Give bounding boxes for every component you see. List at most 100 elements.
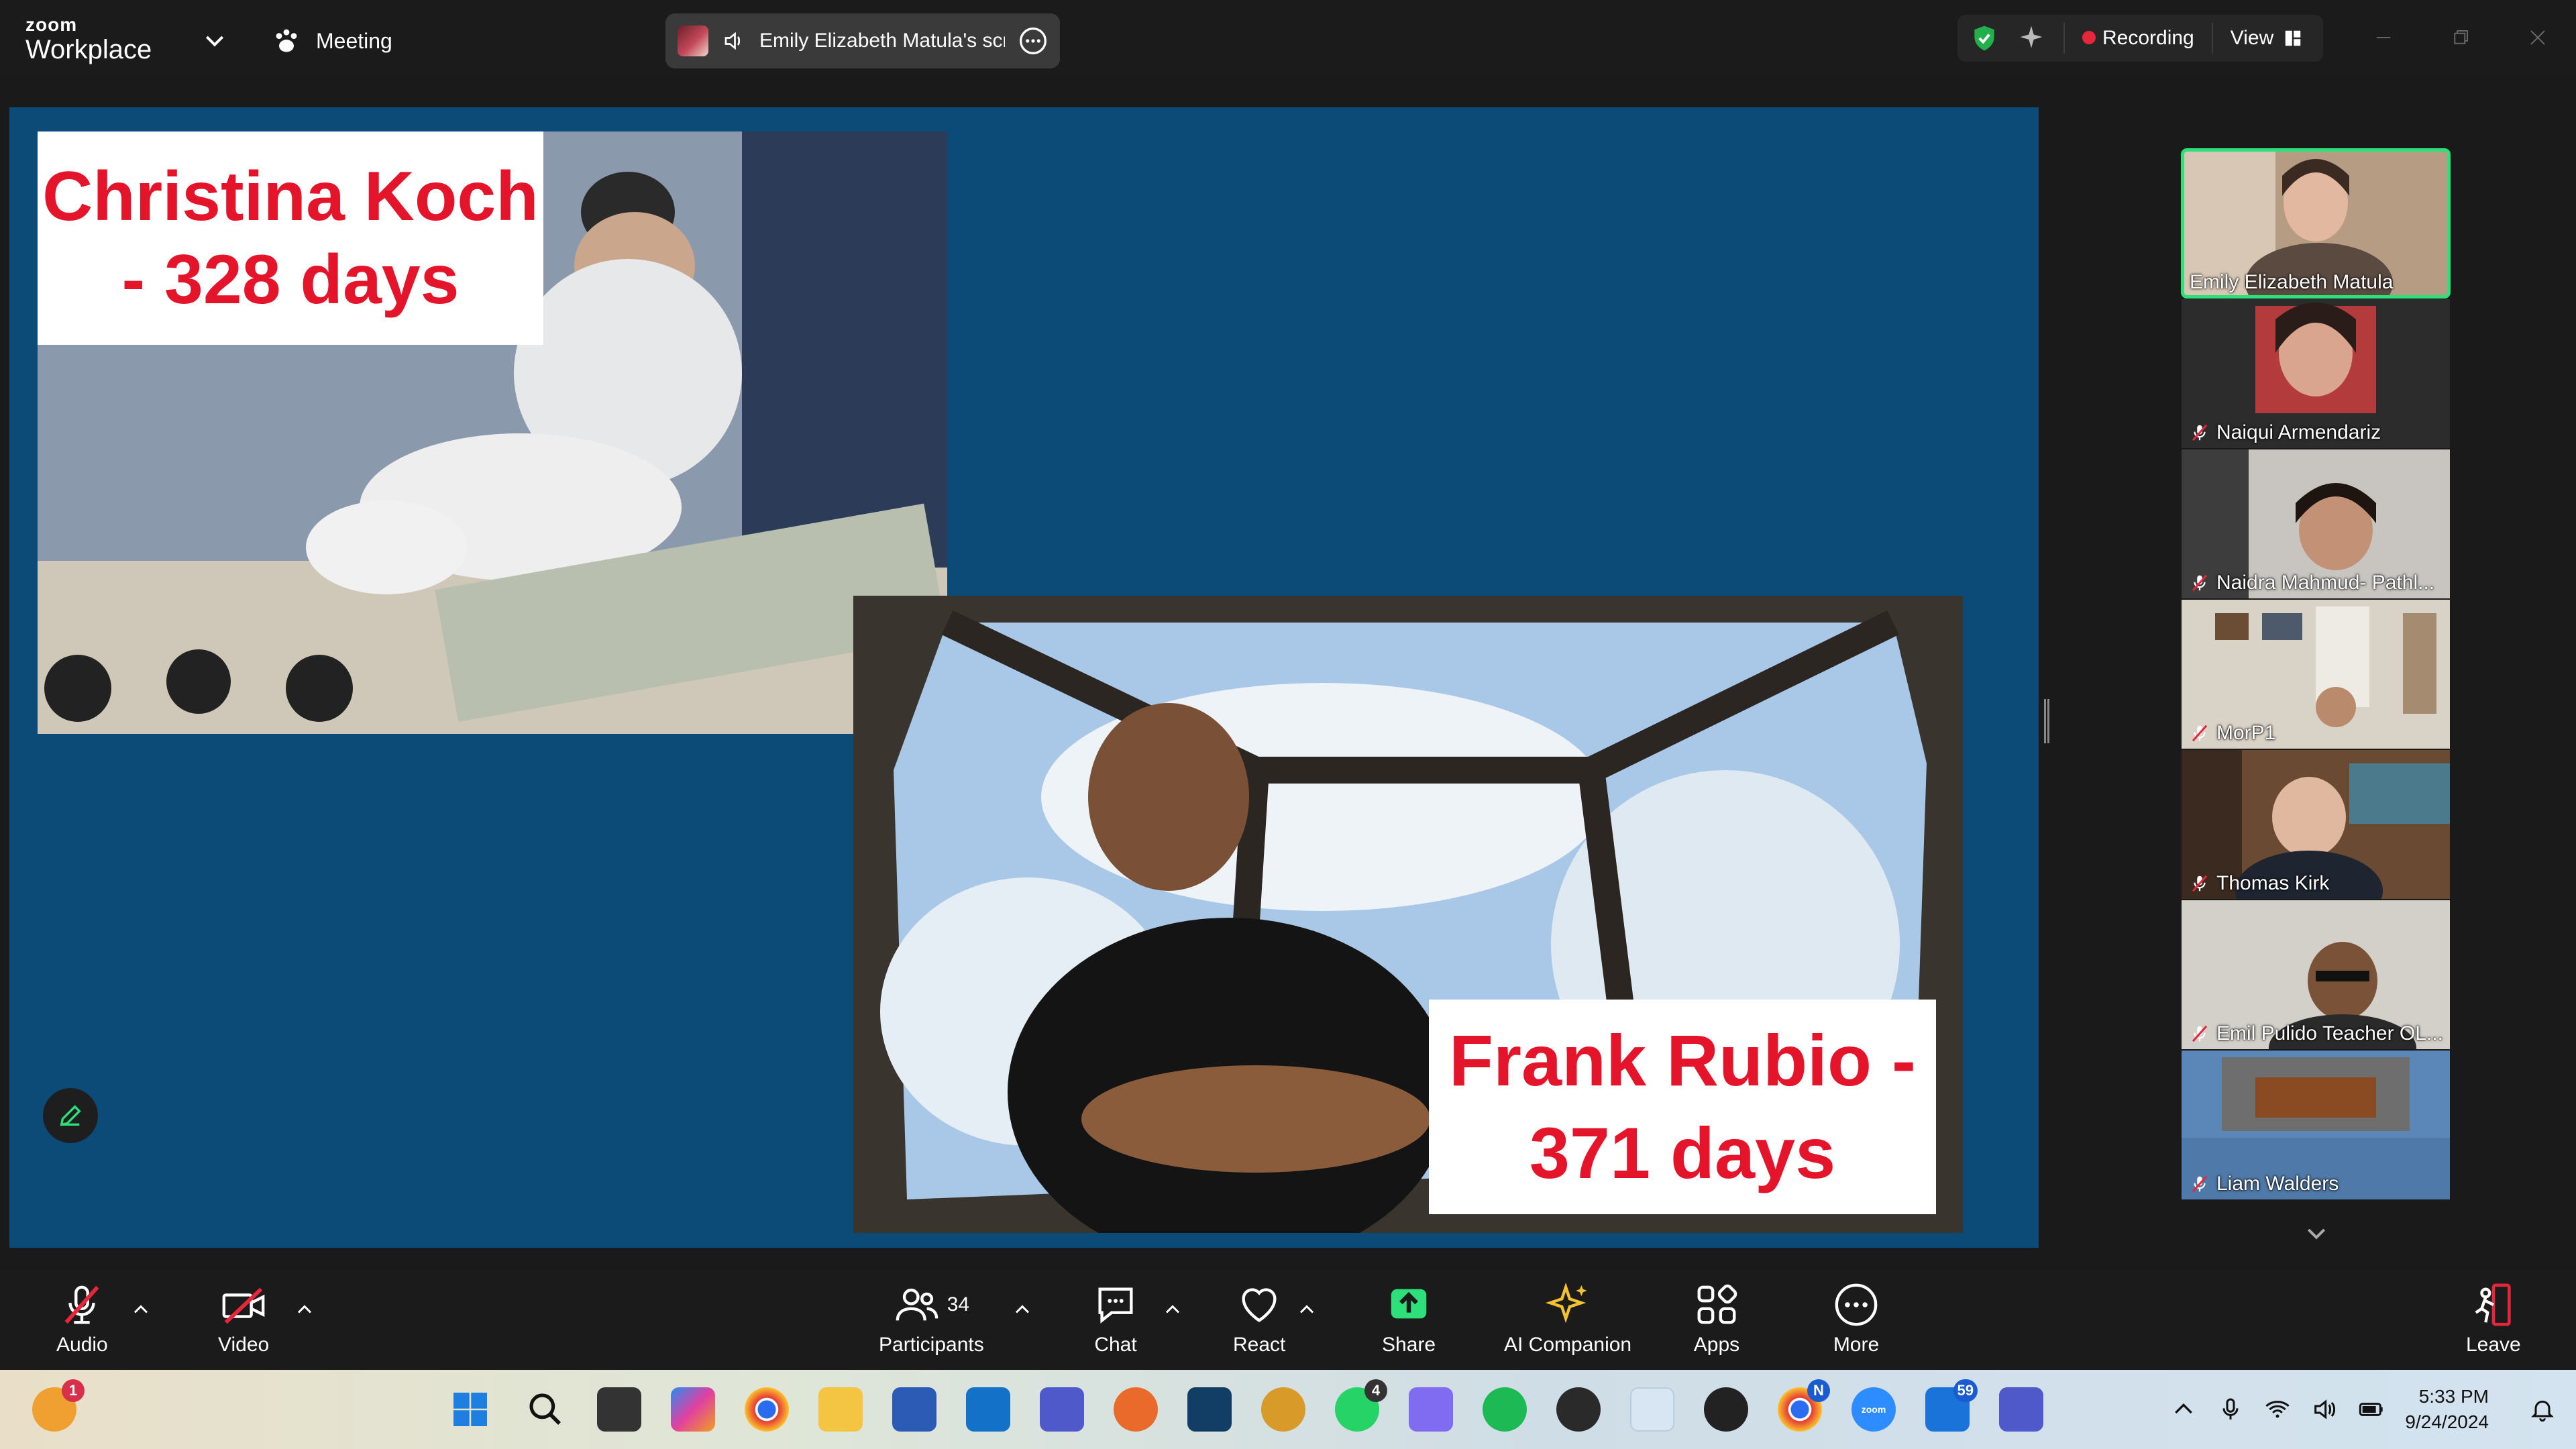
obs-icon[interactable] [1556, 1387, 1601, 1432]
chevron-down-icon[interactable] [201, 27, 228, 54]
participant-tile[interactable]: MorP1 [2182, 600, 2450, 749]
spotify-icon[interactable] [1483, 1387, 1527, 1432]
restore-icon [2453, 30, 2468, 44]
participant-name: Emily Elizabeth Matula [2190, 271, 2394, 293]
audio-button[interactable]: Audio [56, 1281, 108, 1362]
participant-tile[interactable]: Emily Elizabeth Matula [2181, 148, 2451, 299]
screen-share-indicator[interactable]: Emily Elizabeth Matula's scre [665, 13, 1060, 68]
ai-companion-button[interactable]: AI Companion [1504, 1281, 1631, 1362]
terminal-icon[interactable] [1187, 1387, 1232, 1432]
meeting-menu-button[interactable]: Meeting [272, 24, 392, 58]
mic-muted-icon [2192, 424, 2208, 441]
audio-options-chevron-icon[interactable] [129, 1297, 153, 1322]
search-icon[interactable] [523, 1387, 568, 1432]
heart-icon [1242, 1288, 1277, 1322]
participant-tile[interactable]: Thomas Kirk [2182, 750, 2450, 899]
wifi-icon[interactable] [2264, 1396, 2291, 1423]
system-tray: 5:33 PM 9/24/2024 [2170, 1370, 2556, 1449]
ai-sparkle-icon[interactable] [2017, 23, 2046, 53]
leave-button[interactable]: Leave [2466, 1281, 2521, 1362]
task-view-icon[interactable] [597, 1387, 641, 1432]
notification-app-icon[interactable]: 1 [32, 1379, 85, 1432]
chevron-up-icon[interactable] [2170, 1396, 2197, 1423]
meeting-status-group: Recording View [1957, 15, 2323, 62]
chat-button[interactable]: Chat [1092, 1281, 1139, 1362]
more-options-icon[interactable] [1018, 26, 1048, 56]
file-explorer-icon[interactable] [818, 1387, 863, 1432]
participant-name: MorP1 [2216, 722, 2276, 744]
whatsapp-icon[interactable]: 4 [1335, 1379, 1387, 1432]
recording-indicator[interactable]: Recording [2082, 27, 2194, 50]
participant-tile[interactable]: Naiqui Armendariz [2182, 299, 2450, 448]
ai-companion-label: AI Companion [1504, 1334, 1632, 1356]
scroll-down-chevron-icon[interactable] [2300, 1220, 2333, 1246]
minimize-button[interactable] [2345, 0, 2422, 75]
participant-name: Emil Pulido Teacher OL... [2216, 1022, 2443, 1044]
leave-label: Leave [2466, 1334, 2521, 1356]
brand-big-text: Workplace [25, 35, 152, 64]
grid-view-icon [2285, 30, 2301, 46]
participants-button[interactable]: 34 Participants [879, 1281, 984, 1362]
more-label: More [1833, 1334, 1880, 1356]
snipping-tool-icon[interactable] [1630, 1387, 1674, 1432]
clock-date: 9/24/2024 [2405, 1411, 2489, 1432]
caption-koch-line1: Christina Koch [42, 158, 539, 235]
teams-icon[interactable] [1040, 1387, 1084, 1432]
share-button[interactable]: Share [1382, 1281, 1436, 1362]
participant-name: Naidra Mahmud- Pathl... [2216, 572, 2435, 594]
react-label: React [1233, 1334, 1286, 1356]
microphone-icon[interactable] [2217, 1396, 2244, 1423]
view-button[interactable]: View [2231, 27, 2303, 50]
app-icon[interactable] [1261, 1387, 1305, 1432]
teams-work-icon[interactable] [1999, 1387, 2043, 1432]
store-icon[interactable] [892, 1387, 936, 1432]
meeting-label: Meeting [316, 28, 392, 53]
participants-label: Participants [879, 1334, 984, 1356]
participants-options-chevron-icon[interactable] [1010, 1297, 1034, 1322]
maximize-button[interactable] [2422, 0, 2499, 75]
view-label: View [2230, 27, 2274, 49]
outlook-icon[interactable] [966, 1387, 1010, 1432]
video-options-chevron-icon[interactable] [292, 1297, 317, 1322]
whatsapp-badge: 4 [1364, 1379, 1387, 1402]
app-icon[interactable] [1704, 1387, 1748, 1432]
chrome-icon[interactable] [745, 1387, 789, 1432]
window-controls [2345, 0, 2576, 75]
participant-tile[interactable]: Liam Walders [2182, 1051, 2450, 1199]
game-icon[interactable] [1409, 1387, 1453, 1432]
chat-label: Chat [1094, 1334, 1137, 1356]
minimize-icon [2376, 37, 2390, 38]
pencil-icon [60, 1105, 81, 1126]
share-screen-icon [1391, 1289, 1427, 1319]
zoom-icon[interactable]: zoom [1851, 1387, 1896, 1432]
recording-dot-icon [2082, 31, 2096, 44]
mic-muted-icon [2192, 1175, 2208, 1193]
annotate-button[interactable] [43, 1088, 98, 1143]
chat-options-chevron-icon[interactable] [1161, 1297, 1185, 1322]
video-button[interactable]: Video [218, 1281, 269, 1362]
more-button[interactable]: More [1833, 1281, 1880, 1362]
panel-resize-handle[interactable] [2044, 699, 2049, 743]
battery-icon[interactable] [2358, 1396, 2385, 1423]
paw-icon [276, 29, 297, 52]
mail-icon[interactable]: 59 [1925, 1379, 1978, 1432]
clock[interactable]: 5:33 PM 9/24/2024 [2405, 1384, 2489, 1435]
participant-name: Liam Walders [2216, 1173, 2339, 1195]
start-icon[interactable] [448, 1387, 492, 1432]
copilot-icon[interactable] [671, 1387, 715, 1432]
react-button[interactable]: React [1233, 1281, 1285, 1362]
volume-icon[interactable] [2311, 1396, 2338, 1423]
notification-badge: 1 [62, 1379, 85, 1402]
chrome-profile-icon[interactable]: N [1778, 1379, 1830, 1432]
shield-check-icon[interactable] [1970, 23, 1999, 53]
react-options-chevron-icon[interactable] [1295, 1297, 1319, 1322]
participant-tile[interactable]: Emil Pulido Teacher OL... [2182, 900, 2450, 1049]
app-icon[interactable] [1114, 1387, 1158, 1432]
caption-rubio-line1: Frank Rubio - [1449, 1020, 1916, 1101]
apps-button[interactable]: Apps [1693, 1281, 1740, 1362]
divider [2063, 23, 2065, 54]
chat-icon [1098, 1287, 1133, 1324]
participant-tile[interactable]: Naidra Mahmud- Pathl... [2182, 449, 2450, 598]
close-button[interactable] [2499, 0, 2576, 75]
notification-bell-icon[interactable] [2529, 1396, 2556, 1423]
